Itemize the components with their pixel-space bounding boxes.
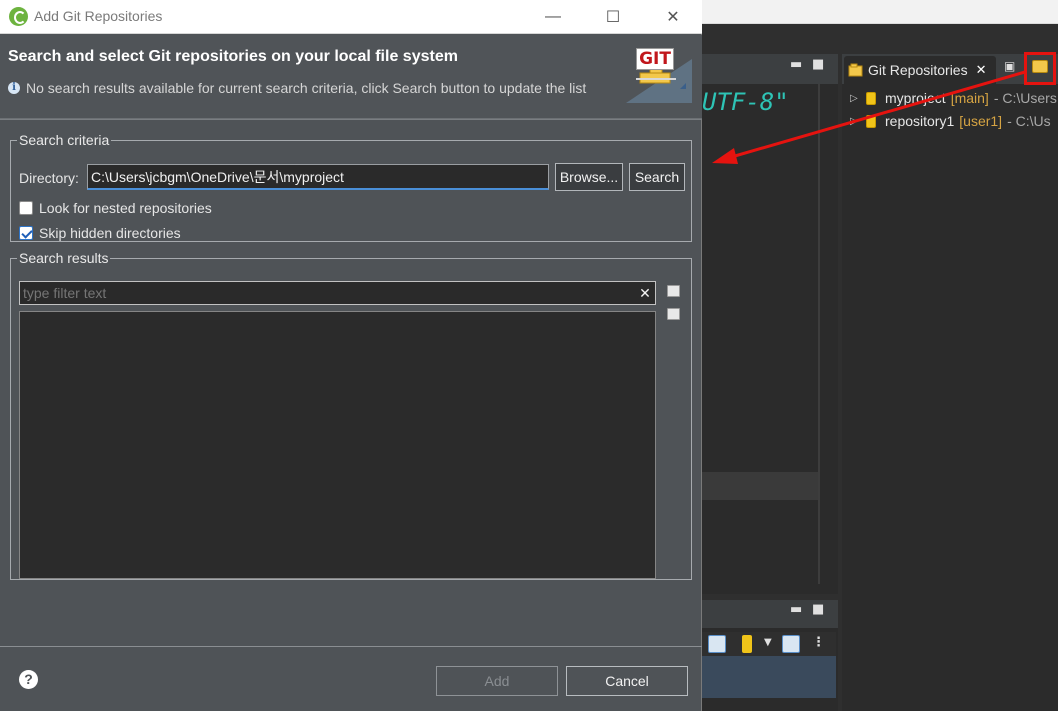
annotation-arrow xyxy=(712,70,1026,164)
more-options-icon[interactable]: ⋮ xyxy=(812,635,825,650)
chevron-down-icon[interactable]: ▼ xyxy=(764,637,772,648)
spring-tool-suite-icon xyxy=(9,7,28,26)
bottom-tab-bar: ▬ ■ xyxy=(700,600,838,628)
maximize-window-button[interactable]: ☐ xyxy=(590,0,636,34)
search-results-list[interactable] xyxy=(19,311,656,579)
nested-repositories-option[interactable]: Look for nested repositories xyxy=(19,200,212,216)
hierarchy-layout-icon[interactable] xyxy=(782,635,800,653)
ide-window-top-strip xyxy=(700,0,1058,24)
filter-input[interactable] xyxy=(19,281,656,305)
dialog-header: Search and select Git repositories on yo… xyxy=(0,35,702,119)
git-logo: GIT xyxy=(636,48,674,70)
deselect-all-icon[interactable] xyxy=(667,308,680,320)
link-with-editor-icon[interactable] xyxy=(708,635,726,653)
close-window-button[interactable]: ✕ xyxy=(650,0,696,34)
skip-hidden-option[interactable]: Skip hidden directories xyxy=(19,225,181,241)
window-title: Add Git Repositories xyxy=(34,8,163,24)
bottom-view: ▬ ■ ▼ ⋮ xyxy=(700,600,838,711)
page-title: Search and select Git repositories on yo… xyxy=(8,48,458,65)
header-separator xyxy=(0,119,702,120)
select-all-icon[interactable] xyxy=(667,285,680,297)
search-results-legend: Search results xyxy=(19,250,109,266)
minimize-window-button[interactable]: — xyxy=(530,0,576,34)
footer-separator xyxy=(0,646,702,647)
bottom-view-content xyxy=(700,656,836,698)
search-criteria-group: Search criteria Directory: Browse... Sea… xyxy=(10,132,692,242)
search-criteria-legend: Search criteria xyxy=(19,132,110,148)
help-icon[interactable]: ? xyxy=(19,670,38,689)
nested-repositories-label[interactable]: Look for nested repositories xyxy=(39,200,212,216)
bottom-toolbar: ▼ ⋮ xyxy=(700,632,836,656)
search-button[interactable]: Search xyxy=(629,163,685,191)
git-repository-icon[interactable] xyxy=(742,635,752,653)
browse-button[interactable]: Browse... xyxy=(555,163,623,191)
cancel-button[interactable]: Cancel xyxy=(566,666,688,696)
info-message-text: No search results available for current … xyxy=(26,80,587,96)
git-banner-image: GIT xyxy=(626,45,692,105)
skip-hidden-label[interactable]: Skip hidden directories xyxy=(39,225,181,241)
info-message: i No search results available for curren… xyxy=(8,80,586,96)
dialog-title-bar[interactable]: Add Git Repositories — ☐ ✕ xyxy=(0,0,702,34)
minimize-view-icon[interactable]: ▬ xyxy=(790,602,802,617)
editor-horizontal-band xyxy=(700,472,818,500)
add-button[interactable]: Add xyxy=(436,666,558,696)
clear-filter-icon[interactable]: ✕ xyxy=(635,282,655,304)
maximize-view-icon[interactable]: ■ xyxy=(812,602,824,617)
info-icon: i xyxy=(8,82,20,94)
nested-repositories-checkbox[interactable] xyxy=(19,201,33,215)
directory-label: Directory: xyxy=(19,170,79,186)
search-results-group: Search results ✕ xyxy=(10,250,692,580)
directory-input[interactable] xyxy=(87,164,549,190)
add-git-repositories-dialog: Add Git Repositories — ☐ ✕ Search and se… xyxy=(0,0,702,711)
skip-hidden-checkbox[interactable] xyxy=(19,226,33,240)
